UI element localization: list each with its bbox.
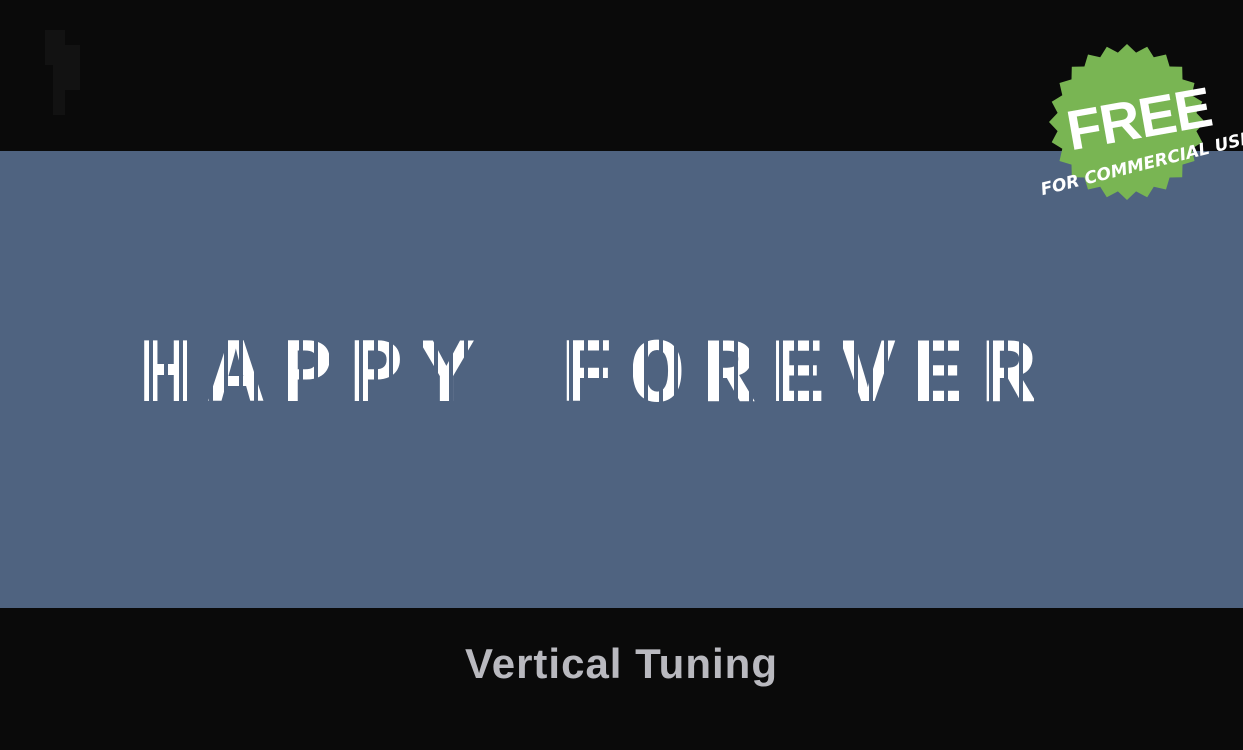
site-logo-icon (45, 30, 80, 115)
font-name[interactable]: Vertical Tuning (0, 640, 1243, 688)
free-commercial-badge: FREE FOR COMMERCIAL USE (1030, 40, 1243, 210)
font-sample-text: HAPPY FOREVER (138, 322, 1118, 432)
